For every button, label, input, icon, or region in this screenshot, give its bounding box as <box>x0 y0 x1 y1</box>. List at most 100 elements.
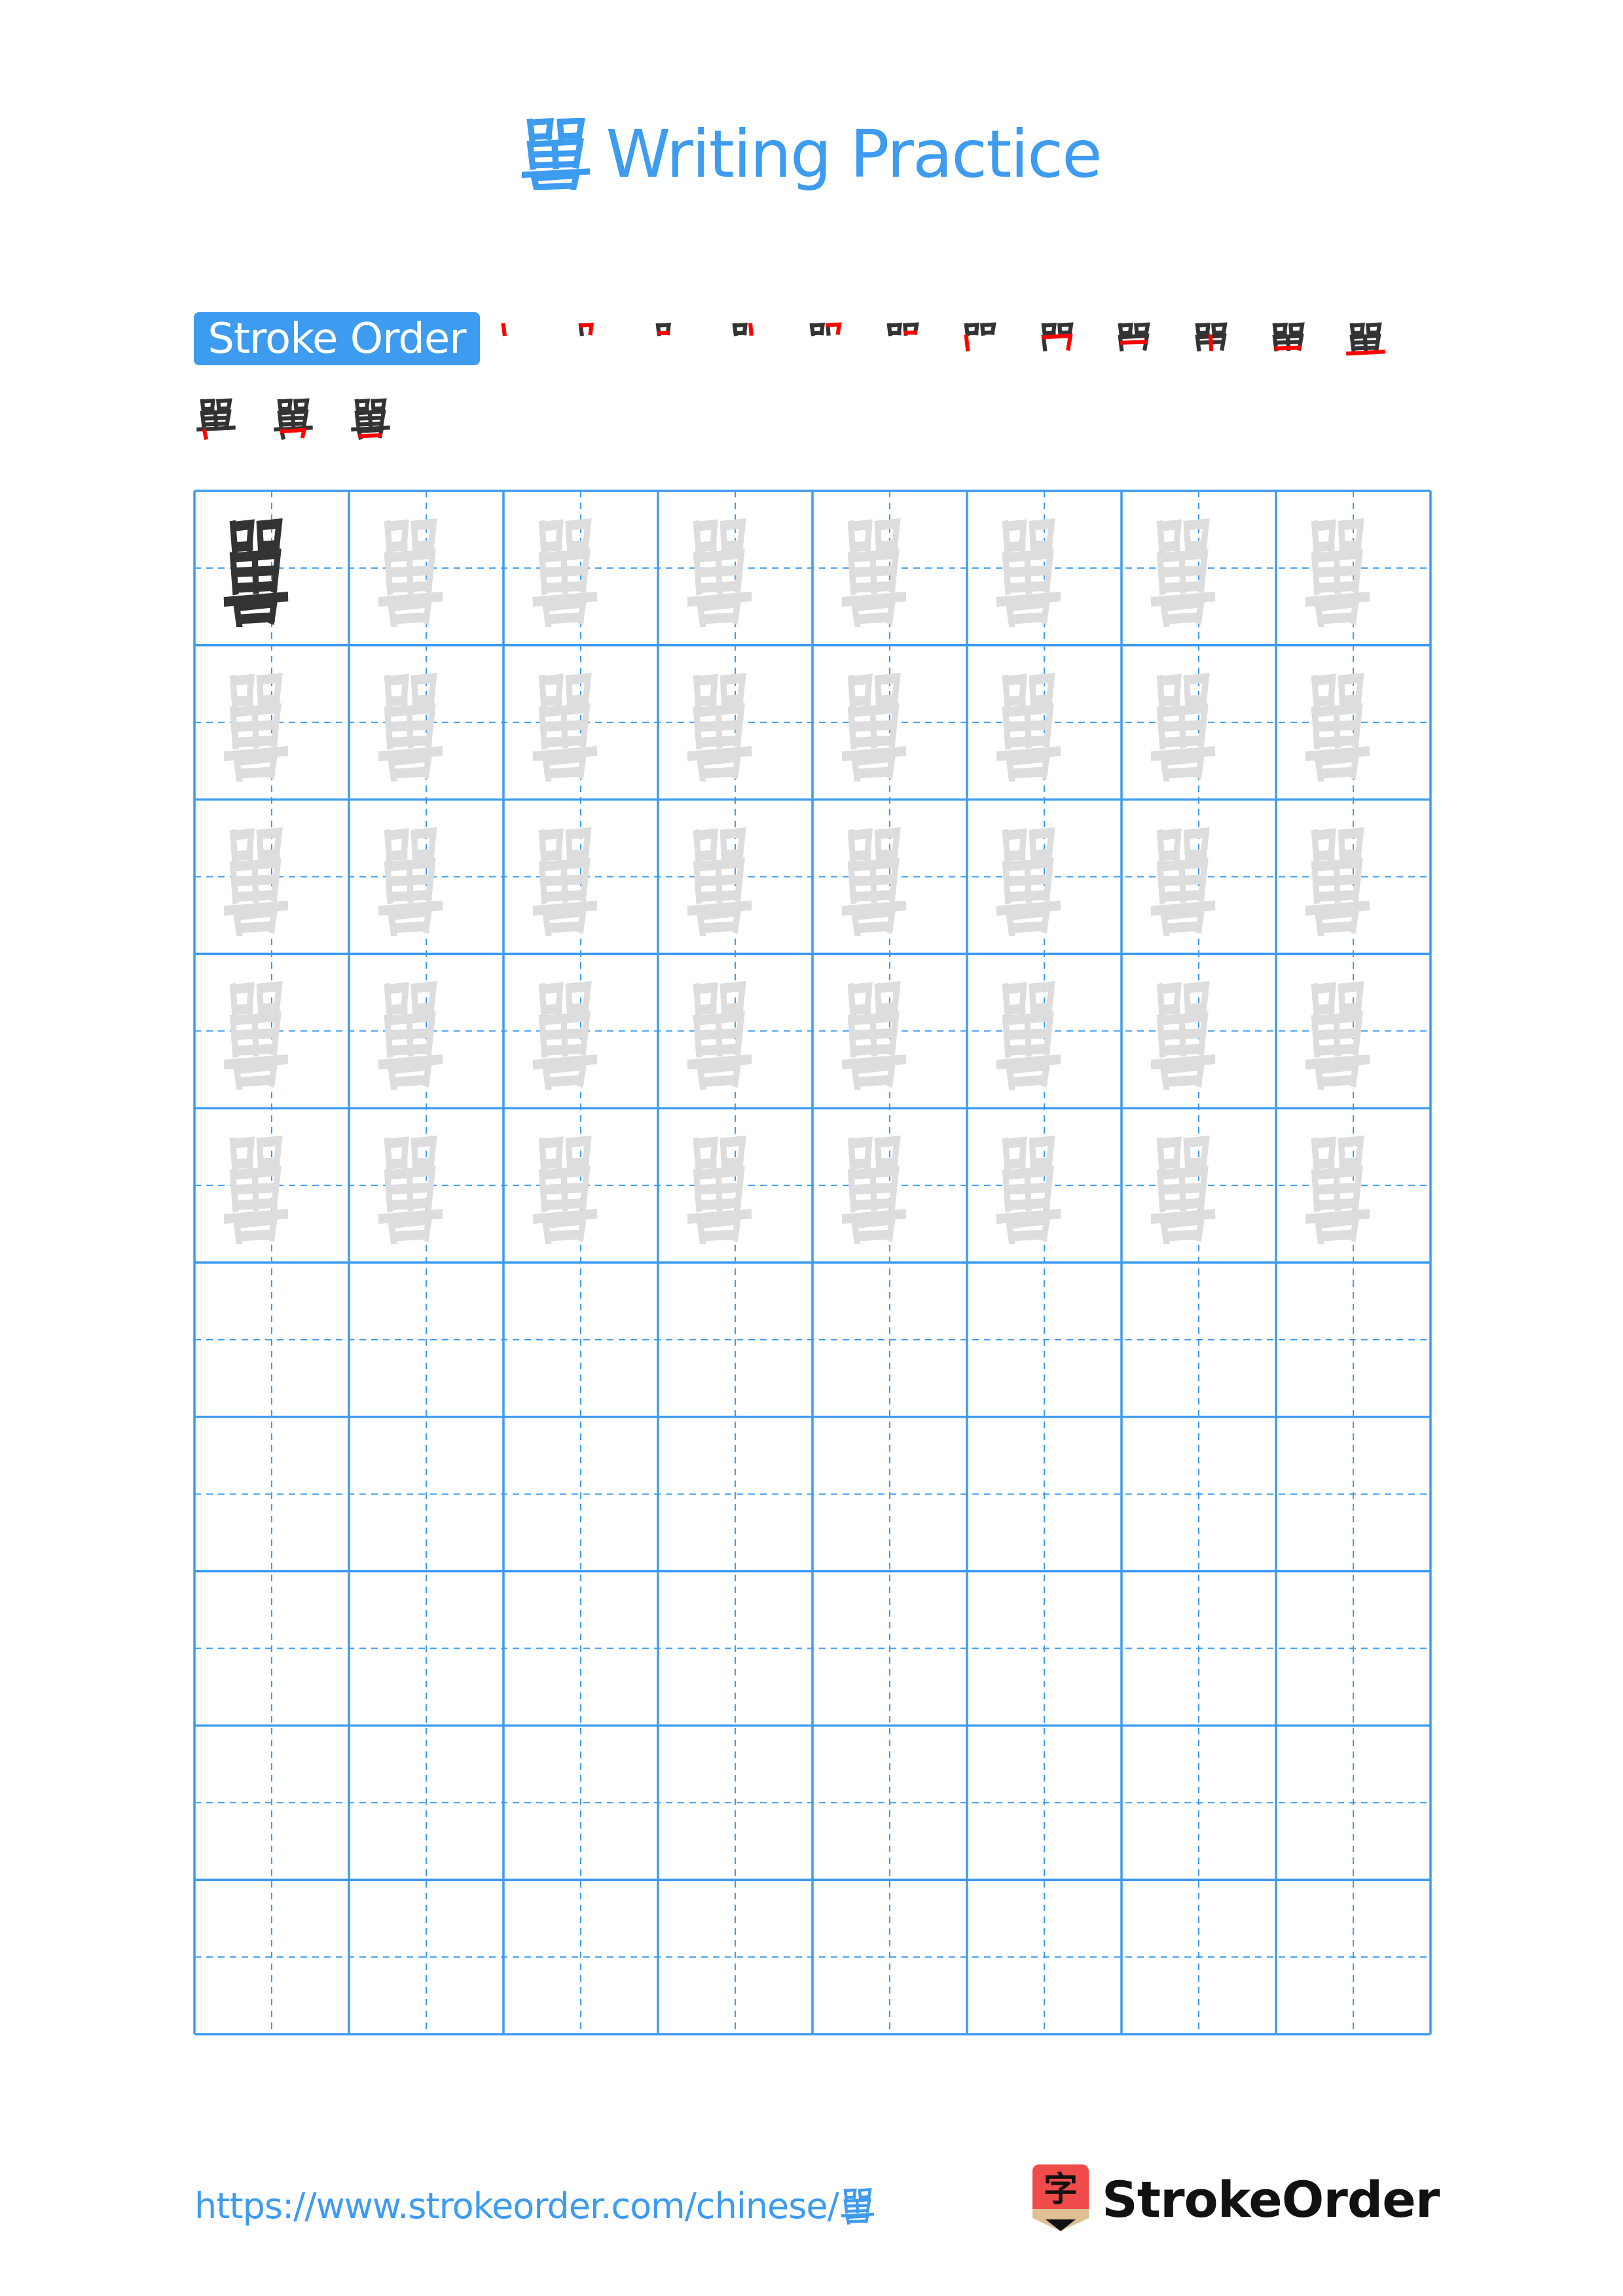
glyph-stroke <box>1041 333 1073 351</box>
practice-cell-empty[interactable] <box>812 1571 967 1726</box>
practice-cell-trace[interactable] <box>967 800 1122 954</box>
practice-cell-empty[interactable] <box>194 1571 349 1726</box>
practice-cell-empty[interactable] <box>1122 1263 1276 1417</box>
trace-character <box>687 672 752 781</box>
practice-cell-trace[interactable] <box>1122 1108 1276 1263</box>
glyph-stroke <box>202 428 209 440</box>
practice-cell-trace[interactable] <box>1122 800 1276 954</box>
practice-cell-trace[interactable] <box>503 1108 658 1263</box>
practice-cell-empty[interactable] <box>658 1571 812 1726</box>
practice-cell-trace[interactable] <box>812 645 967 800</box>
glyph-stroke <box>721 539 744 551</box>
practice-cell-trace[interactable] <box>1276 491 1431 645</box>
practice-cell-model[interactable] <box>194 491 349 645</box>
practice-cell-empty[interactable] <box>503 1725 658 1880</box>
practice-cell-empty[interactable] <box>194 1417 349 1571</box>
practice-cell-empty[interactable] <box>812 1263 967 1417</box>
practice-cell-empty[interactable] <box>1276 1263 1431 1417</box>
practice-cell-empty[interactable] <box>1276 1417 1431 1571</box>
practice-cell-empty[interactable] <box>967 1263 1122 1417</box>
practice-cell-trace[interactable] <box>349 645 503 800</box>
practice-cell-trace[interactable] <box>658 800 812 954</box>
glyph-stroke <box>545 1075 584 1088</box>
practice-cell-empty[interactable] <box>967 1571 1122 1726</box>
stroke-step-14 <box>273 398 313 440</box>
practice-cell-trace[interactable] <box>812 800 967 954</box>
practice-cell-empty[interactable] <box>194 1263 349 1417</box>
practice-cell-trace[interactable] <box>967 491 1122 645</box>
strokeorder-logo[interactable]: 字 StrokeOrder <box>1031 2163 1440 2235</box>
practice-cell-empty[interactable] <box>503 1417 658 1571</box>
practice-cell-empty[interactable] <box>658 1725 812 1880</box>
practice-cell-empty[interactable] <box>812 1417 967 1571</box>
trace-character <box>378 1136 443 1245</box>
practice-cell-empty[interactable] <box>194 1880 349 2034</box>
practice-cell-empty[interactable] <box>1122 1571 1276 1726</box>
practice-cell-trace[interactable] <box>1276 645 1431 800</box>
practice-cell-trace[interactable] <box>503 491 658 645</box>
practice-cell-empty[interactable] <box>658 1880 812 2034</box>
practice-cell-empty[interactable] <box>1276 1880 1431 2034</box>
practice-cell-empty[interactable] <box>967 1417 1122 1571</box>
practice-cell-trace[interactable] <box>658 645 812 800</box>
practice-cell-trace[interactable] <box>349 1108 503 1263</box>
practice-cell-trace[interactable] <box>967 645 1122 800</box>
practice-cell-trace[interactable] <box>349 800 503 954</box>
practice-cell-trace[interactable] <box>1276 954 1431 1108</box>
practice-cell-trace[interactable] <box>812 954 967 1108</box>
practice-cell-empty[interactable] <box>349 1417 503 1571</box>
practice-cell-empty[interactable] <box>503 1880 658 2034</box>
practice-cell-trace[interactable] <box>349 491 503 645</box>
practice-cell-empty[interactable] <box>194 1725 349 1880</box>
glyph-stroke <box>903 330 918 335</box>
glyph-stroke <box>859 2195 871 2199</box>
practice-cell-empty[interactable] <box>503 1263 658 1417</box>
practice-cell-empty[interactable] <box>1276 1571 1431 1726</box>
practice-cell-trace[interactable] <box>1122 491 1276 645</box>
practice-cell-empty[interactable] <box>1276 1725 1431 1880</box>
practice-cell-trace[interactable] <box>658 1108 812 1263</box>
practice-cell-trace[interactable] <box>194 954 349 1108</box>
footer-url-link[interactable]: https://www.strokeorder.com/chinese/ <box>194 2179 874 2232</box>
practice-cell-empty[interactable] <box>1122 1880 1276 2034</box>
glyph-stroke <box>541 581 587 594</box>
practice-cell-trace[interactable] <box>1276 800 1431 954</box>
practice-cell-trace[interactable] <box>658 491 812 645</box>
practice-cell-trace[interactable] <box>1276 1108 1431 1263</box>
practice-cell-trace[interactable] <box>349 954 503 1108</box>
practice-cell-trace[interactable] <box>812 491 967 645</box>
practice-cell-empty[interactable] <box>967 1725 1122 1880</box>
practice-cell-empty[interactable] <box>812 1725 967 1880</box>
practice-cell-empty[interactable] <box>658 1263 812 1417</box>
practice-cell-trace[interactable] <box>194 645 349 800</box>
practice-cell-trace[interactable] <box>503 800 658 954</box>
practice-cell-trace[interactable] <box>967 954 1122 1108</box>
trace-character <box>378 827 443 936</box>
practice-cell-trace[interactable] <box>1122 645 1276 800</box>
practice-cell-trace[interactable] <box>503 954 658 1108</box>
practice-cell-trace[interactable] <box>812 1108 967 1263</box>
practice-cell-trace[interactable] <box>1122 954 1276 1108</box>
practice-cell-empty[interactable] <box>349 1880 503 2034</box>
practice-cell-empty[interactable] <box>658 1417 812 1571</box>
glyph-stroke <box>876 539 898 551</box>
practice-cell-trace[interactable] <box>194 800 349 954</box>
practice-cell-trace[interactable] <box>194 1108 349 1263</box>
practice-cell-empty[interactable] <box>349 1263 503 1417</box>
glyph-stroke <box>1008 766 1048 779</box>
stroke-step-6 <box>886 322 919 336</box>
practice-cell-trace[interactable] <box>967 1108 1122 1263</box>
glyph-stroke <box>699 612 739 624</box>
practice-cell-empty[interactable] <box>1122 1725 1276 1880</box>
title-character-glyph <box>522 118 591 190</box>
practice-cell-empty[interactable] <box>349 1571 503 1726</box>
practice-cell-empty[interactable] <box>503 1571 658 1726</box>
stroke-step-2 <box>578 323 594 336</box>
practice-cell-empty[interactable] <box>812 1880 967 2034</box>
practice-cell-empty[interactable] <box>1122 1417 1276 1571</box>
practice-cell-empty[interactable] <box>349 1725 503 1880</box>
glyph-stroke <box>412 1003 435 1014</box>
practice-cell-trace[interactable] <box>503 645 658 800</box>
practice-cell-trace[interactable] <box>658 954 812 1108</box>
practice-cell-empty[interactable] <box>967 1880 1122 2034</box>
